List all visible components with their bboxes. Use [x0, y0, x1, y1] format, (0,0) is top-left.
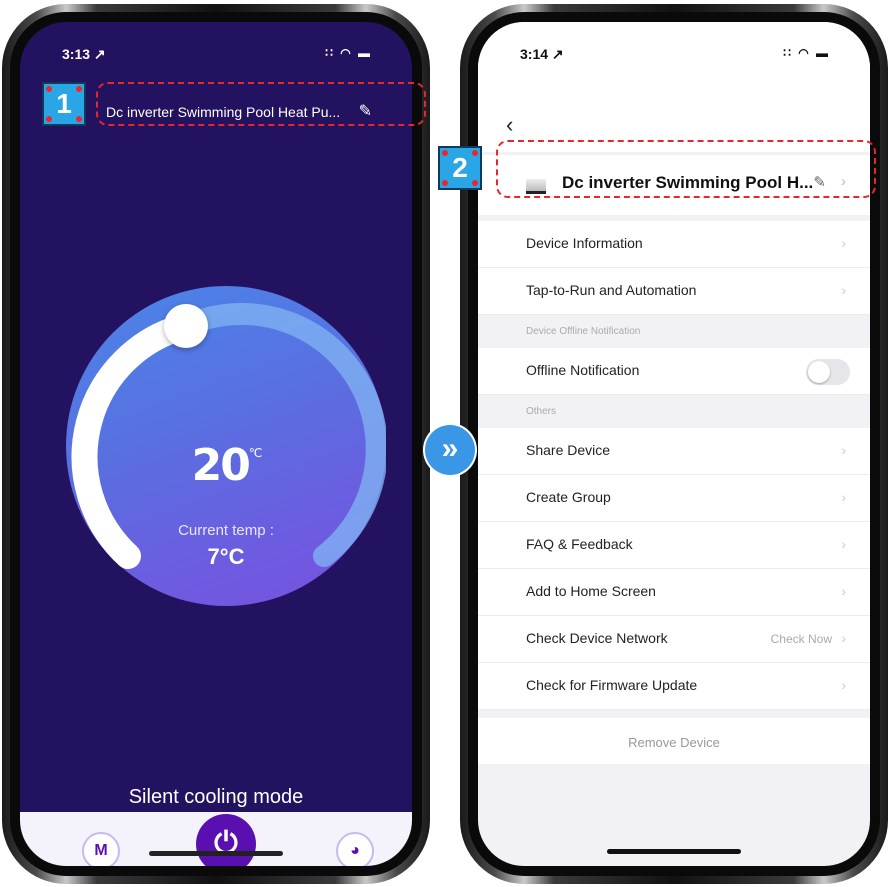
check-now-link[interactable]: Check Now: [771, 632, 832, 646]
section-header-offline: Device Offline Notification: [478, 314, 870, 348]
chevron-right-icon: ›: [841, 489, 846, 505]
bottom-control-bar: M ⏻ ◕: [20, 812, 412, 866]
set-temperature: 20℃: [66, 440, 386, 491]
step-badge-1: 1: [44, 84, 84, 124]
row-check-network[interactable]: Check Device Network Check Now ›: [478, 616, 870, 663]
row-label: Add to Home Screen: [526, 583, 656, 599]
remove-device-label: Remove Device: [628, 735, 720, 750]
offline-notification-toggle[interactable]: [806, 359, 850, 385]
row-offline-notification: Offline Notification: [478, 348, 870, 395]
set-temp-unit: ℃: [248, 446, 263, 460]
mode-text: Silent cooling mode: [128, 786, 304, 808]
chevron-right-icon: ›: [841, 442, 846, 458]
signal-wifi-battery-icon: ∷ ◠ ▬: [325, 46, 372, 60]
row-label: Check for Firmware Update: [526, 677, 698, 693]
row-faq-feedback[interactable]: FAQ & Feedback ›: [478, 522, 870, 569]
row-device-information[interactable]: Device Information ›: [478, 221, 870, 268]
step-number: 1: [56, 88, 72, 119]
chevron-right-icon: ›: [841, 536, 846, 552]
row-label: Share Device: [526, 442, 611, 458]
home-indicator: [149, 851, 283, 856]
row-label: Create Group: [526, 489, 611, 505]
step-badge-2: 2: [440, 148, 480, 188]
settings-header: [478, 22, 870, 152]
status-time: 3:14 ↗: [520, 46, 564, 62]
next-step-arrow-icon: »: [425, 425, 475, 475]
chevron-right-icon: ›: [841, 677, 846, 693]
row-label: Check Device Network: [526, 630, 668, 646]
row-add-home-screen[interactable]: Add to Home Screen ›: [478, 569, 870, 616]
row-label: FAQ & Feedback: [526, 536, 633, 552]
highlight-device-name-right: [496, 140, 876, 198]
section-label: Device Offline Notification: [526, 326, 641, 337]
section-label: Others: [526, 406, 557, 417]
signal-wifi-battery-icon: ∷ ◠ ▬: [783, 46, 830, 60]
mode-button[interactable]: M: [82, 832, 120, 866]
chevron-right-icon: ›: [841, 235, 846, 251]
row-label: Tap-to-Run and Automation: [526, 282, 697, 298]
set-temp-value: 20: [191, 440, 251, 491]
heat-pump-control-screen: 3:13 ↗ ∷ ◠ ▬ Dc inverter Swimming Pool H…: [20, 22, 412, 866]
home-indicator: [607, 849, 741, 854]
current-temp-label: Current temp :: [178, 522, 274, 539]
remaining-range-arc: [175, 302, 386, 567]
power-button[interactable]: ⏻: [196, 814, 256, 866]
section-header-others: Others: [478, 394, 870, 428]
temperature-dial[interactable]: 20℃ Current temp : 7°C: [66, 286, 386, 606]
chevron-right-icon: ›: [841, 282, 846, 298]
remove-device-button[interactable]: Remove Device: [478, 718, 870, 764]
status-bar: 3:14 ↗ ∷ ◠ ▬: [520, 46, 830, 66]
row-create-group[interactable]: Create Group ›: [478, 475, 870, 522]
row-share-device[interactable]: Share Device ›: [478, 428, 870, 475]
right-phone-frame: 3:14 ↗ ∷ ◠ ▬ ‹ Dc inverter Swimming Pool…: [460, 4, 888, 884]
timer-button[interactable]: ◕: [336, 832, 374, 866]
step-number: 2: [452, 152, 468, 183]
row-label: Device Information: [526, 235, 643, 251]
row-label: Offline Notification: [526, 362, 640, 378]
row-firmware-update[interactable]: Check for Firmware Update ›: [478, 663, 870, 710]
status-time: 3:13 ↗: [62, 46, 106, 62]
back-icon[interactable]: ‹: [506, 112, 513, 138]
chevron-right-icon: ›: [841, 583, 846, 599]
chevron-right-icon: ›: [841, 630, 846, 646]
row-tap-to-run[interactable]: Tap-to-Run and Automation ›: [478, 268, 870, 315]
dial-knob[interactable]: [164, 304, 208, 348]
current-temp-value: 7°C: [207, 544, 245, 569]
status-bar: 3:13 ↗ ∷ ◠ ▬: [62, 46, 372, 66]
highlight-title-left: [96, 82, 426, 126]
left-phone-frame: 3:13 ↗ ∷ ◠ ▬ Dc inverter Swimming Pool H…: [2, 4, 430, 884]
